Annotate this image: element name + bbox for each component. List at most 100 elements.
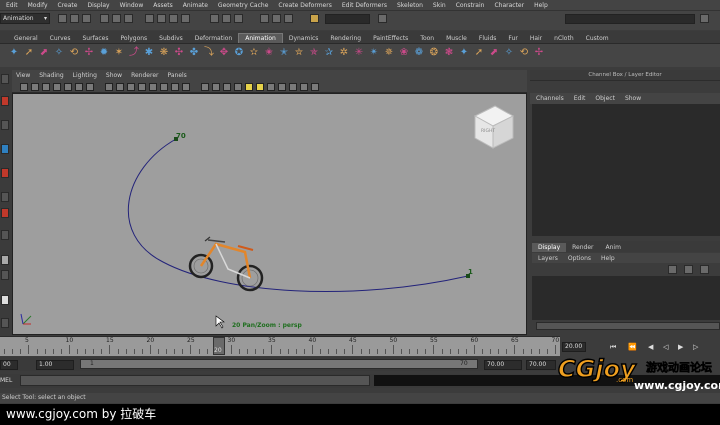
shelf-tab-animation[interactable]: Animation: [238, 33, 283, 43]
viewport-toolbar-icon[interactable]: [53, 83, 61, 91]
menu-character[interactable]: Character: [494, 2, 524, 9]
new-layer-icon[interactable]: [668, 265, 677, 274]
shelf-tool-icon[interactable]: ✧: [53, 46, 65, 60]
layout-single-icon[interactable]: [1, 255, 9, 265]
shelf-tool-icon[interactable]: ⬈: [488, 46, 500, 60]
viewport-toolbar-icon[interactable]: [171, 83, 179, 91]
shelf-tab-subdivs[interactable]: Subdivs: [153, 34, 189, 43]
viewcube[interactable]: RIGHT: [473, 105, 515, 149]
menu-edit[interactable]: Edit: [6, 2, 18, 9]
layer-tab-render[interactable]: Render: [566, 243, 599, 252]
shelf-tab-muscle[interactable]: Muscle: [440, 34, 473, 43]
viewport-toolbar-icon[interactable]: [311, 83, 319, 91]
viewport-menu-shading[interactable]: Shading: [39, 72, 63, 79]
shelf-tool-icon[interactable]: ✦: [8, 46, 20, 60]
viewport-toolbar-icon[interactable]: [267, 83, 275, 91]
shelf-tool-icon[interactable]: ⤴: [128, 46, 140, 60]
new-layer-selected-icon[interactable]: [684, 265, 693, 274]
viewport-toolbar-icon[interactable]: [201, 83, 209, 91]
end-time-field[interactable]: 70.00: [526, 360, 556, 370]
shelf-tab-painteffects[interactable]: PaintEffects: [367, 34, 414, 43]
save-scene-icon[interactable]: [82, 14, 91, 23]
shelf-tool-icon[interactable]: ✢: [83, 46, 95, 60]
viewport-toolbar-icon[interactable]: [42, 83, 50, 91]
perspective-viewport[interactable]: 70 1 RIGHT: [12, 93, 527, 335]
layer-menu-layers[interactable]: Layers: [538, 255, 558, 262]
layer-menu-help[interactable]: Help: [601, 255, 615, 262]
menu-skeleton[interactable]: Skeleton: [397, 2, 423, 9]
shelf-tab-fur[interactable]: Fur: [502, 34, 523, 43]
shelf-tool-icon[interactable]: ❂: [428, 46, 440, 60]
snap-plane-icon[interactable]: [181, 14, 190, 23]
shelf-tool-icon[interactable]: ✴: [368, 46, 380, 60]
ipr-render-icon[interactable]: [272, 14, 281, 23]
move-tool-icon[interactable]: [1, 144, 9, 154]
command-input[interactable]: [20, 375, 370, 386]
shelf-tool-icon[interactable]: ✤: [188, 46, 200, 60]
manipulator-icon[interactable]: [1, 208, 9, 218]
shelf-tool-icon[interactable]: ⟲: [518, 46, 530, 60]
shelf-tool-icon[interactable]: ✢: [533, 46, 545, 60]
channel-box-area[interactable]: [532, 104, 720, 236]
shelf-tab-fluids[interactable]: Fluids: [473, 34, 503, 43]
playback-end-field[interactable]: 70.00: [484, 360, 522, 370]
render-settings-icon[interactable]: [284, 14, 293, 23]
shelf-tab-ncloth[interactable]: nCloth: [548, 34, 580, 43]
layer-scrollbar[interactable]: [536, 322, 720, 330]
shelf-tool-icon[interactable]: ➚: [473, 46, 485, 60]
lock-icon[interactable]: [310, 14, 319, 23]
shelf-tool-icon[interactable]: ✳: [353, 46, 365, 60]
menu-geometry-cache[interactable]: Geometry Cache: [218, 2, 268, 9]
layer-tab-display[interactable]: Display: [532, 243, 567, 252]
shelf-tool-icon[interactable]: ❁: [413, 46, 425, 60]
select-object-icon[interactable]: [112, 14, 121, 23]
shelf-tab-hair[interactable]: Hair: [524, 34, 548, 43]
shelf-tool-icon[interactable]: ⟲: [68, 46, 80, 60]
viewport-toolbar-icon[interactable]: [20, 83, 28, 91]
shelf-tool-icon[interactable]: ✵: [383, 46, 395, 60]
viewport-toolbar-icon[interactable]: [127, 83, 135, 91]
shelf-tool-icon[interactable]: ✣: [173, 46, 185, 60]
shelf-tool-icon[interactable]: ❋: [158, 46, 170, 60]
shelf-tool-icon[interactable]: ✱: [143, 46, 155, 60]
channel-box-toggle-icon[interactable]: [700, 14, 709, 23]
layout-four-icon[interactable]: [1, 270, 9, 280]
history-icon[interactable]: [210, 14, 219, 23]
menu-constrain[interactable]: Constrain: [456, 2, 485, 9]
shelf-tool-icon[interactable]: ⤵: [203, 46, 215, 60]
layout-graph-icon[interactable]: [1, 318, 9, 328]
input-field[interactable]: [325, 14, 370, 24]
shelf-tool-icon[interactable]: ✥: [218, 46, 230, 60]
viewport-toolbar-icon[interactable]: [234, 83, 242, 91]
menu-skin[interactable]: Skin: [433, 2, 446, 9]
viewport-toolbar-icon[interactable]: [160, 83, 168, 91]
menu-assets[interactable]: Assets: [153, 2, 173, 9]
shelf-tab-toon[interactable]: Toon: [414, 34, 440, 43]
scale-tool-icon[interactable]: [1, 192, 9, 202]
shelf-tab-general[interactable]: General: [8, 34, 44, 43]
snap-grid-icon[interactable]: [145, 14, 154, 23]
layer-options-icon[interactable]: [700, 265, 709, 274]
shelf-tool-icon[interactable]: ✲: [338, 46, 350, 60]
viewport-menu-panels[interactable]: Panels: [167, 72, 186, 79]
viewport-toolbar-icon[interactable]: [212, 83, 220, 91]
shelf-tab-surfaces[interactable]: Surfaces: [76, 34, 114, 43]
viewport-toolbar-icon[interactable]: [149, 83, 157, 91]
viewport-toolbar-icon[interactable]: [223, 83, 231, 91]
viewport-toolbar-icon[interactable]: [300, 83, 308, 91]
shelf-tool-icon[interactable]: ✹: [98, 46, 110, 60]
viewport-menu-lighting[interactable]: Lighting: [73, 72, 97, 79]
menu-window[interactable]: Window: [120, 2, 144, 9]
last-tool-icon[interactable]: [1, 230, 9, 240]
viewport-toolbar-icon[interactable]: [278, 83, 286, 91]
shelf-tool-icon[interactable]: ✧: [503, 46, 515, 60]
shelf-tab-dynamics[interactable]: Dynamics: [283, 34, 325, 43]
channel-box-menu-object[interactable]: Object: [595, 95, 615, 102]
viewport-menu-show[interactable]: Show: [106, 72, 122, 79]
render-frame-icon[interactable]: [260, 14, 269, 23]
layer-tab-anim[interactable]: Anim: [600, 243, 627, 252]
layout-persp-outliner-icon[interactable]: [1, 295, 9, 305]
layer-menu-options[interactable]: Options: [568, 255, 591, 262]
channel-box-menu-show[interactable]: Show: [625, 95, 641, 102]
shelf-tool-icon[interactable]: ✭: [278, 46, 290, 60]
